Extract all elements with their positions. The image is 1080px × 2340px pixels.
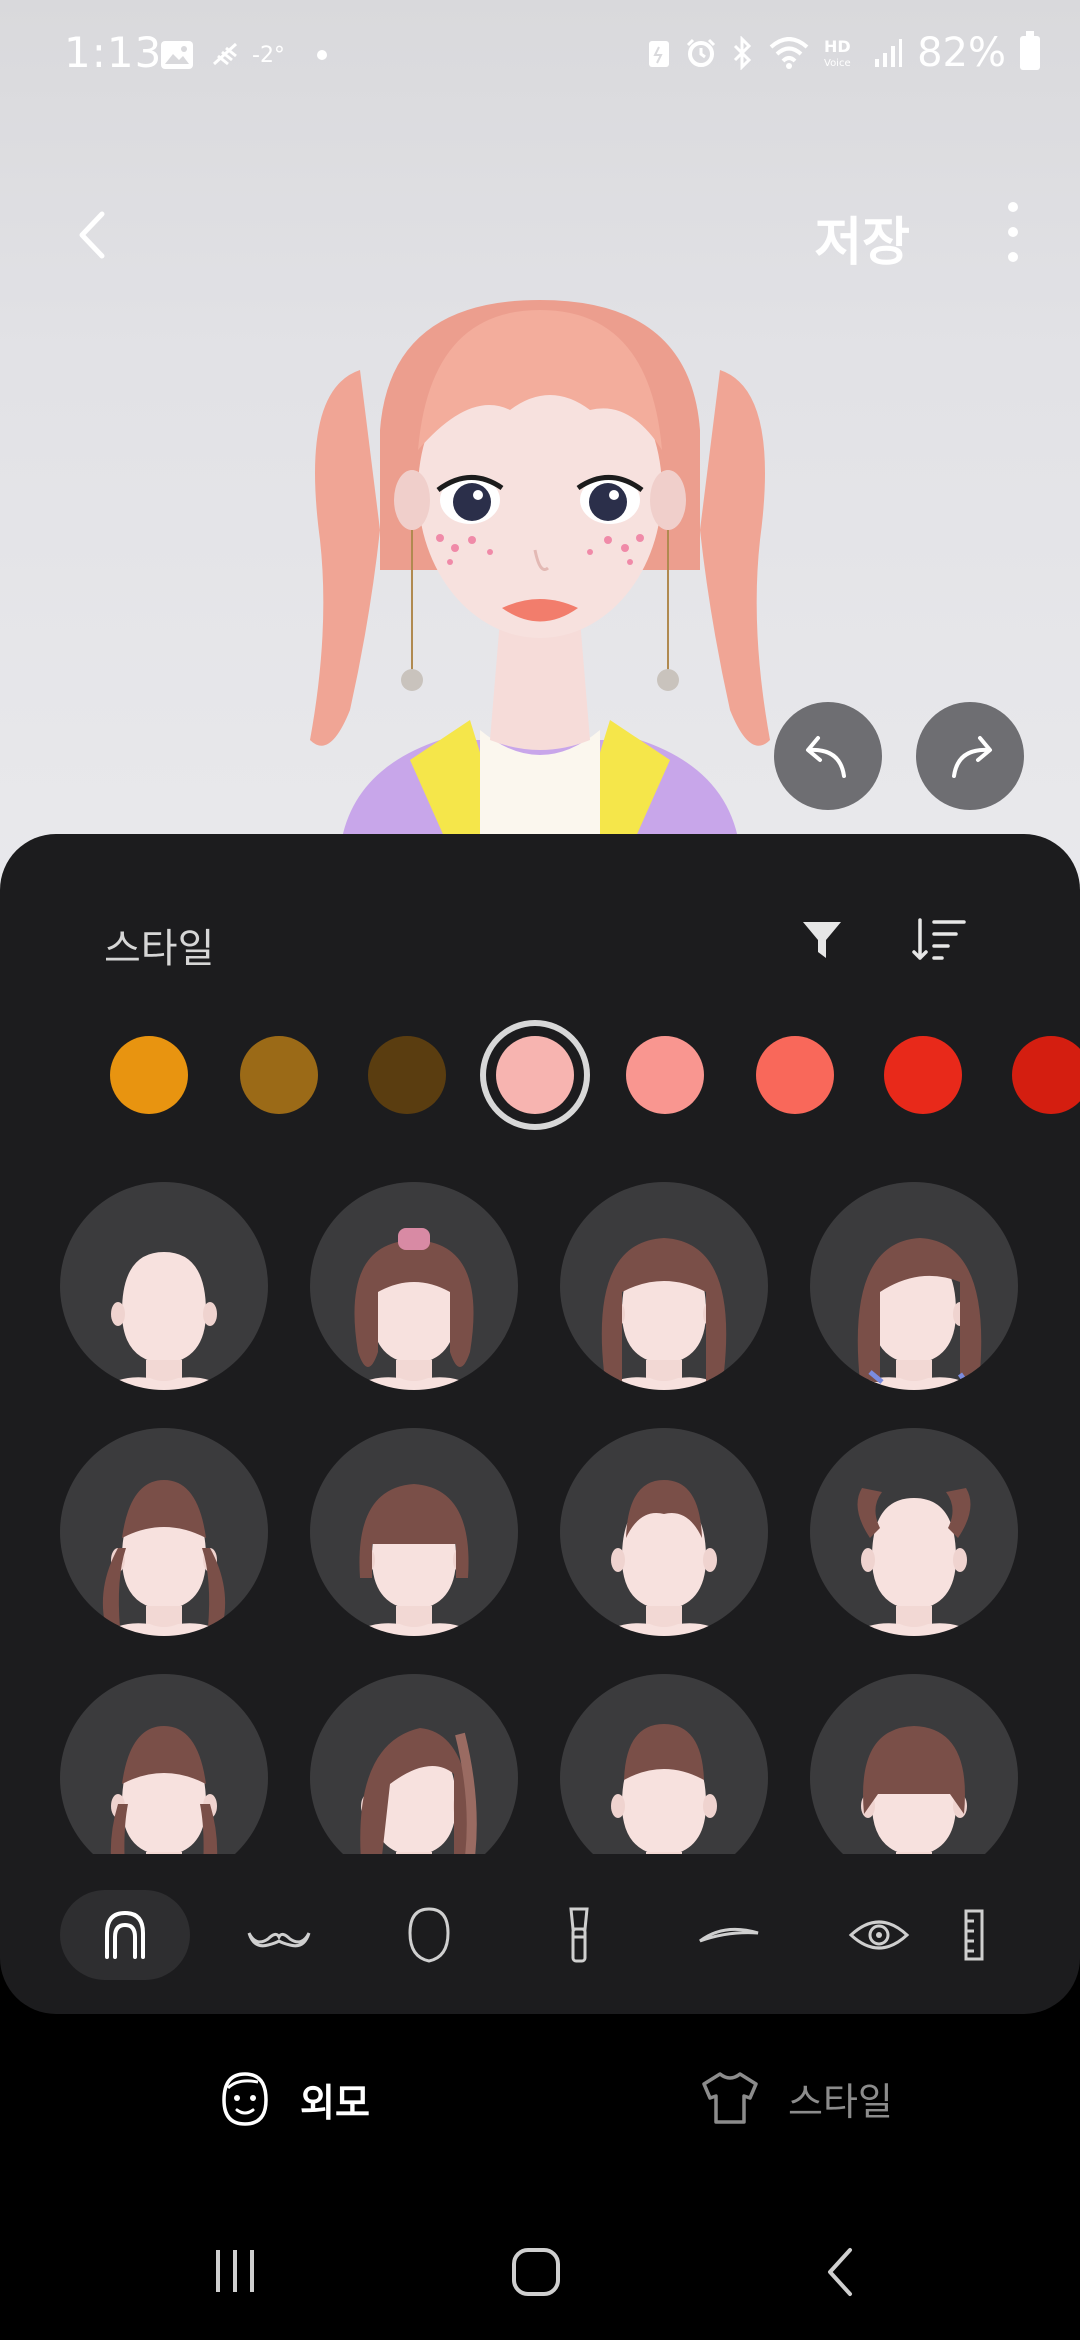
tab-style-label: 스타일 — [788, 2079, 893, 2124]
color-swatch[interactable] — [884, 1036, 962, 1114]
category-hair[interactable] — [60, 1890, 190, 1980]
color-swatch[interactable] — [756, 1036, 834, 1114]
back-button[interactable] — [60, 200, 130, 270]
hairstyle-thumbnail — [350, 1484, 478, 1636]
svg-text:HD: HD — [824, 37, 851, 56]
wifi-icon — [769, 37, 809, 69]
tab-appearance[interactable]: 외모 — [218, 2070, 370, 2128]
shirt-icon — [702, 2072, 758, 2124]
hairstyle-option[interactable] — [60, 1428, 268, 1636]
weather-icon — [212, 42, 238, 66]
color-swatch[interactable] — [1012, 1036, 1080, 1114]
recent-apps-icon[interactable] — [210, 2246, 260, 2296]
more-dot — [1008, 202, 1018, 212]
color-swatch[interactable] — [240, 1036, 318, 1114]
avatar-preview-area: 1:13 -2° HD Voice 82% 저장 — [0, 0, 1080, 900]
bluetooth-icon — [734, 36, 752, 70]
category-makeup[interactable] — [514, 1890, 644, 1980]
color-swatch-row — [0, 1022, 1080, 1122]
tab-style[interactable]: 스타일 — [700, 2070, 893, 2126]
header: 저장 — [0, 180, 1080, 280]
status-temperature: -2° — [252, 42, 285, 68]
undo-button[interactable] — [774, 702, 882, 810]
status-time: 1:13 — [64, 28, 163, 77]
hair-style-grid — [0, 1182, 1080, 1854]
hairstyle-option[interactable] — [560, 1182, 768, 1390]
mustache-icon — [247, 1932, 311, 1948]
filter-icon[interactable] — [800, 918, 844, 962]
more-dot — [1008, 252, 1018, 262]
redo-button[interactable] — [916, 702, 1024, 810]
avatar-image — [310, 300, 770, 850]
notification-dot — [316, 50, 327, 60]
hairstyle-thumbnail — [861, 1726, 967, 1854]
hairstyle-option[interactable] — [810, 1428, 1018, 1636]
hairstyle-option[interactable] — [60, 1674, 268, 1854]
hairstyle-thumbnail — [600, 1238, 728, 1390]
category-bar — [0, 1886, 1080, 1986]
hairstyle-option[interactable] — [810, 1674, 1018, 1854]
sort-icon[interactable] — [912, 916, 968, 964]
alarm-icon — [687, 38, 716, 67]
category-more[interactable] — [964, 1890, 1024, 1980]
color-swatch[interactable] — [496, 1036, 574, 1114]
more-dot — [1008, 227, 1018, 237]
category-facial-hair[interactable] — [214, 1890, 344, 1980]
status-bar: 1:13 -2° HD Voice 82% — [0, 0, 1080, 110]
eyebrow-icon — [699, 1927, 759, 1943]
category-eyebrows[interactable] — [664, 1890, 794, 1980]
hairstyle-option[interactable] — [60, 1182, 268, 1390]
tab-appearance-label: 외모 — [300, 2080, 370, 2125]
category-eyes[interactable] — [814, 1890, 944, 1980]
back-nav-icon[interactable] — [820, 2244, 860, 2300]
hairstyle-thumbnail — [110, 1726, 218, 1854]
makeup-brush-icon — [569, 1907, 589, 1963]
hairstyle-option[interactable] — [310, 1428, 518, 1636]
battery-icon — [1020, 31, 1040, 70]
hairstyle-option[interactable] — [810, 1182, 1018, 1390]
panel-title: 스타일 — [104, 926, 215, 972]
hairstyle-option[interactable] — [310, 1674, 518, 1854]
undo-icon — [806, 736, 846, 778]
hairstyle-option[interactable] — [560, 1674, 768, 1854]
status-right-icons: HD Voice 82% — [647, 30, 1040, 76]
save-button[interactable]: 저장 — [814, 200, 910, 275]
style-panel: 스타일 — [0, 834, 1080, 2014]
more-options-button[interactable] — [998, 202, 1028, 262]
chevron-left-icon — [79, 211, 105, 259]
face-shape-icon — [408, 1907, 450, 1963]
hairstyle-thumbnail — [600, 1480, 728, 1636]
eye-icon — [848, 1920, 910, 1950]
hairstyle-option[interactable] — [560, 1428, 768, 1636]
gallery-icon — [161, 41, 193, 69]
svg-text:Voice: Voice — [824, 58, 851, 69]
color-swatch[interactable] — [626, 1036, 704, 1114]
color-swatch[interactable] — [368, 1036, 446, 1114]
category-face-shape[interactable] — [364, 1890, 494, 1980]
face-icon — [222, 2072, 268, 2126]
hairstyle-thumbnail — [850, 1488, 978, 1636]
battery-saver-icon — [649, 41, 670, 67]
hairstyle-thumbnail — [350, 1228, 478, 1390]
hd-voice-icon: HD Voice — [824, 37, 851, 69]
redo-icon — [952, 736, 992, 778]
hairstyle-thumbnail — [611, 1724, 717, 1854]
hairstyle-thumbnail — [100, 1480, 228, 1636]
battery-percent: 82% — [917, 30, 1006, 76]
hair-icon — [105, 1910, 145, 1959]
hairstyle-thumbnail — [360, 1728, 477, 1854]
home-icon[interactable] — [510, 2246, 562, 2298]
system-navigation-bar — [0, 2200, 1080, 2340]
bottom-nav: 외모 스타일 — [0, 2030, 1080, 2180]
signal-icon — [875, 39, 903, 67]
status-left-icons: -2° — [160, 38, 327, 72]
hairstyle-option[interactable] — [310, 1182, 518, 1390]
hairstyle-thumbnail — [100, 1252, 228, 1390]
hairstyle-thumbnail — [850, 1238, 982, 1390]
color-swatch[interactable] — [110, 1036, 188, 1114]
ruler-icon — [964, 1909, 984, 1961]
